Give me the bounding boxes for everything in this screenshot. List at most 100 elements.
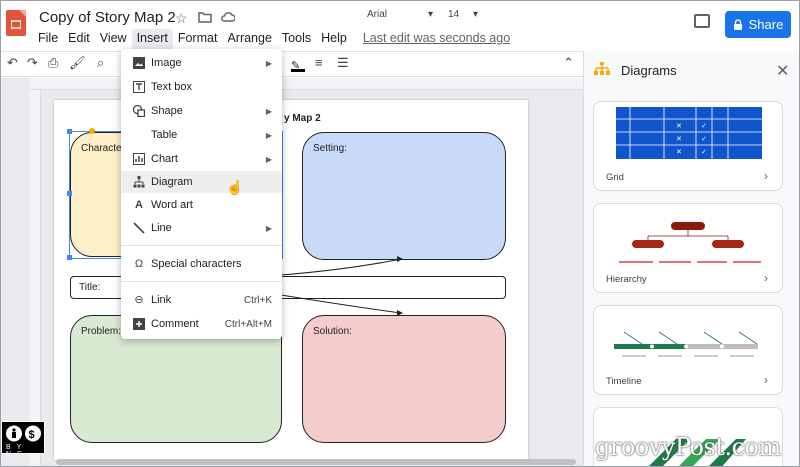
lock-icon: [733, 19, 742, 30]
vertical-ruler: [29, 90, 41, 466]
print-icon[interactable]: ⎙: [48, 55, 58, 71]
cloud-status-icon[interactable]: [220, 11, 235, 23]
menu-separator: [121, 281, 282, 282]
menu-item-label: Chart: [151, 153, 178, 165]
font-size-select[interactable]: 14 ▾: [445, 5, 481, 23]
menu-item-label: Comment: [151, 318, 199, 330]
menu-edit[interactable]: Edit: [63, 29, 95, 49]
svg-text:✓: ✓: [701, 123, 707, 130]
share-button[interactable]: Share: [725, 11, 791, 38]
font-family-select[interactable]: Arial ▾: [363, 5, 437, 23]
solution-box[interactable]: Solution:: [302, 315, 506, 443]
card-label: Hierarchy: [606, 274, 647, 285]
resize-handle[interactable]: [67, 255, 72, 260]
line-weight-icon[interactable]: ≡: [315, 55, 323, 71]
submenu-arrow-icon: ▶: [265, 58, 272, 68]
move-folder-icon[interactable]: [198, 11, 212, 23]
menu-item-chart[interactable]: Chart ▶: [121, 148, 282, 170]
hierarchy-thumbnail: [619, 222, 761, 263]
star-icon[interactable]: ☆: [175, 10, 188, 26]
submenu-arrow-icon: ▶: [265, 106, 272, 116]
submenu-arrow-icon: ▶: [265, 154, 272, 164]
setting-box[interactable]: Setting:: [302, 132, 506, 260]
chart-icon: [133, 153, 145, 165]
horizontal-scrollbar[interactable]: [56, 459, 576, 465]
font-size-value: 14: [448, 8, 460, 20]
chevron-right-icon: ›: [764, 169, 768, 183]
grid-thumbnail: ✕ ✓ ✕ ✓ ✕ ✓: [616, 107, 762, 159]
timeline-thumbnail: [614, 331, 758, 357]
app-window: Copy of Story Map 2 ☆ File Edit View Ins…: [0, 0, 800, 467]
menu-arrange[interactable]: Arrange: [222, 29, 276, 49]
shape-icon: [133, 105, 145, 117]
paint-format-icon[interactable]: 🖌: [69, 55, 86, 71]
menu-item-word-art[interactable]: A Word art: [121, 194, 282, 216]
last-edit-link[interactable]: Last edit was seconds ago: [358, 29, 515, 49]
slide-title-text: y Map 2: [284, 113, 321, 124]
menu-item-diagram[interactable]: Diagram: [121, 171, 282, 193]
resize-handle[interactable]: [67, 191, 72, 196]
undo-icon[interactable]: ↶: [7, 55, 18, 71]
diagram-card-grid[interactable]: ✕ ✓ ✕ ✓ ✕ ✓ Grid ›: [593, 101, 783, 191]
resize-handle[interactable]: [67, 129, 72, 134]
adjust-handle[interactable]: [89, 128, 95, 134]
close-icon[interactable]: ✕: [776, 61, 789, 81]
menu-item-label: Word art: [151, 199, 193, 211]
pen-glyph: ✎: [291, 60, 301, 72]
document-title[interactable]: Copy of Story Map 2: [39, 9, 176, 26]
line-dash-icon[interactable]: ☰: [337, 55, 349, 71]
line-icon: [133, 222, 145, 234]
menu-item-image[interactable]: Image ▶: [121, 52, 282, 74]
svg-text:$: $: [29, 429, 35, 441]
svg-text:✓: ✓: [701, 149, 707, 156]
menu-item-label: Special characters: [151, 258, 242, 270]
menu-item-label: Text box: [151, 81, 192, 93]
menu-item-table[interactable]: Table ▶: [121, 124, 282, 146]
menu-item-special-characters[interactable]: Ω Special characters: [121, 253, 282, 275]
menu-item-label: Diagram: [151, 176, 193, 188]
line-color-icon[interactable]: ✎: [291, 56, 305, 72]
menu-item-comment[interactable]: Comment Ctrl+Alt+M: [121, 313, 282, 335]
svg-text:✕: ✕: [676, 123, 682, 130]
menu-item-shape[interactable]: Shape ▶: [121, 100, 282, 122]
menu-shortcut: Ctrl+Alt+M: [224, 318, 272, 330]
menu-format[interactable]: Format: [173, 29, 223, 49]
connector-arrows[interactable]: [271, 251, 411, 321]
menu-view[interactable]: View: [95, 29, 132, 49]
menu-tools[interactable]: Tools: [277, 29, 316, 49]
menu-item-label: Link: [151, 294, 172, 306]
diagram-card-hierarchy[interactable]: Hierarchy ›: [593, 203, 783, 293]
redo-icon[interactable]: ↷: [27, 55, 38, 71]
slides-logo[interactable]: [6, 10, 26, 36]
chevron-right-icon: ›: [764, 373, 768, 387]
svg-text:✓: ✓: [701, 136, 707, 143]
comment-history-icon[interactable]: [694, 14, 710, 28]
word-art-icon: A: [135, 199, 143, 211]
setting-label: Setting:: [313, 143, 347, 154]
card-label: Grid: [606, 172, 624, 183]
menu-item-link[interactable]: ⊖ Link Ctrl+K: [121, 289, 282, 311]
image-icon: [133, 57, 145, 69]
menu-item-line[interactable]: Line ▶: [121, 217, 282, 239]
chevron-right-icon: ›: [764, 271, 768, 285]
watermark-text: groovyPost.com: [595, 433, 781, 461]
menu-file[interactable]: File: [33, 29, 63, 49]
menu-help[interactable]: Help: [316, 29, 352, 49]
text-box-icon: [133, 81, 145, 93]
cc-badge-label: BY NC: [6, 444, 29, 458]
font-family-value: Arial: [367, 8, 388, 20]
slides-logo-icon: [11, 20, 21, 29]
zoom-icon[interactable]: ⌕: [97, 55, 104, 71]
collapse-toolbar-icon[interactable]: ⌃: [563, 55, 574, 71]
creative-commons-badge: $ BY NC: [1, 421, 45, 458]
title-label: Title:: [79, 282, 101, 293]
submenu-arrow-icon: ▶: [265, 223, 272, 233]
menu-item-label: Table: [151, 129, 178, 141]
share-label: Share: [748, 17, 784, 32]
menu-separator: [121, 245, 282, 246]
diagram-card-timeline[interactable]: Timeline ›: [593, 305, 783, 395]
chevron-down-icon: ▾: [472, 8, 478, 20]
menu-insert[interactable]: Insert: [131, 29, 173, 49]
insert-menu: Image ▶ Text box Shape ▶ Table ▶ Chart ▶…: [121, 49, 282, 339]
menu-item-text-box[interactable]: Text box: [121, 76, 282, 98]
